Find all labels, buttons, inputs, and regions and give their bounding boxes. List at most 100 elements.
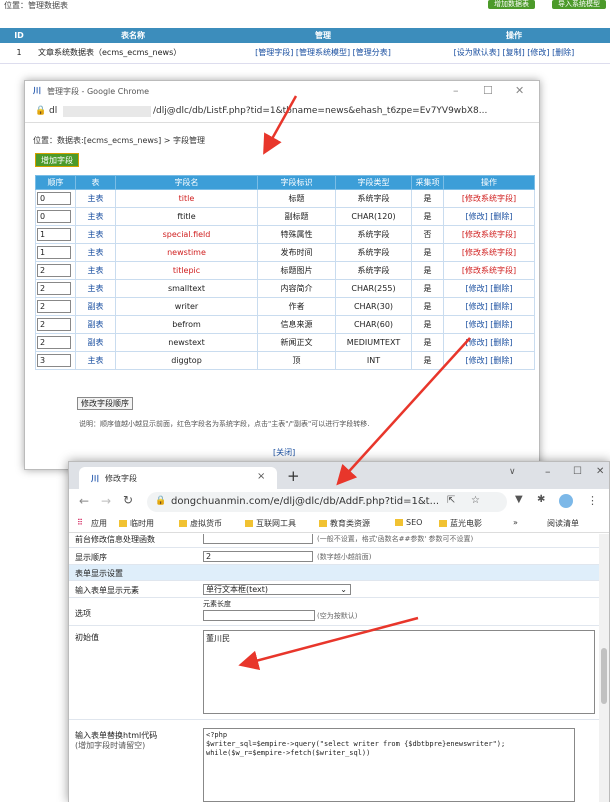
apps-icon[interactable]: ⠿: [77, 518, 83, 527]
table-type-link[interactable]: 主表: [75, 279, 116, 298]
minimize-icon[interactable]: –: [545, 465, 551, 478]
field-actions[interactable]: [修改] [删除]: [443, 207, 535, 226]
element-length-label: 元素长度: [203, 600, 231, 608]
col-actions: 操作: [443, 175, 535, 190]
replace-html-textarea[interactable]: <?php $writer_sql=$empire->query("select…: [203, 728, 575, 802]
order-input[interactable]: 2: [37, 336, 71, 349]
bookmark-item[interactable]: 临时用: [119, 518, 154, 529]
tab-close-icon[interactable]: ×: [257, 471, 265, 482]
menu-icon[interactable]: ⋮: [587, 494, 598, 507]
order-cell: 1: [35, 225, 76, 244]
field-actions[interactable]: [修改] [删除]: [443, 315, 535, 334]
field-actions[interactable]: [修改] [删除]: [443, 333, 535, 352]
minimize-icon[interactable]: –: [453, 84, 459, 97]
table-type-link[interactable]: 主表: [75, 351, 116, 370]
table-type-link[interactable]: 主表: [75, 261, 116, 280]
bookmark-item[interactable]: 虚拟货币: [179, 518, 222, 529]
avatar[interactable]: [559, 494, 573, 508]
close-icon[interactable]: ✕: [515, 84, 524, 97]
delete-link[interactable]: [删除]: [552, 48, 574, 57]
table-type-link[interactable]: 副表: [75, 315, 116, 334]
extension-v-icon[interactable]: ▼: [515, 494, 523, 505]
scrollbar-thumb[interactable]: [601, 648, 607, 704]
edit-link[interactable]: [修改]: [527, 48, 549, 57]
field-actions[interactable]: [修改] [删除]: [443, 297, 535, 316]
field-type: 系统字段: [335, 225, 412, 244]
manage-model-link[interactable]: [管理系统模型]: [296, 48, 350, 57]
field-label: 标题图片: [257, 261, 336, 280]
code-line: <?php: [206, 731, 228, 739]
field-actions[interactable]: [修改系统字段]: [443, 261, 535, 280]
display-order-input[interactable]: 2: [203, 551, 313, 562]
order-input[interactable]: 2: [37, 300, 71, 313]
tab-edit-field[interactable]: 川 修改字段 ×: [79, 467, 277, 489]
reload-icon[interactable]: ↻: [123, 493, 133, 507]
address-bar[interactable]: 🔒 dongchuanmin.com/e/dlj@dlc/db/AddF.php…: [147, 492, 507, 512]
order-input[interactable]: 1: [37, 246, 71, 259]
copy-link[interactable]: [复制]: [502, 48, 524, 57]
row-name: 文章系统数据表（ecms_ecms_news）: [38, 43, 228, 64]
element-length-hint: (空为按默认): [317, 612, 358, 620]
folder-icon: [119, 520, 127, 527]
url-text[interactable]: /dlj@dlc/db/ListF.php?tid=1&tbname=news&…: [153, 106, 487, 116]
field-name: befrom: [115, 315, 258, 334]
input-element-select[interactable]: 单行文本框(text) ⌄: [203, 584, 351, 595]
bookmark-item[interactable]: 教育类资源: [319, 518, 370, 529]
extensions-icon[interactable]: ✱: [537, 494, 545, 505]
table-type-link[interactable]: 主表: [75, 207, 116, 226]
initial-value-textarea[interactable]: 董川民: [203, 630, 595, 714]
table-row: 1 主表 newstime 发布时间 系统字段是 [修改系统字段]: [35, 243, 535, 262]
order-input[interactable]: 2: [37, 282, 71, 295]
field-actions[interactable]: [修改系统字段]: [443, 189, 535, 208]
bookmark-item[interactable]: 蓝光电影: [439, 518, 482, 529]
replace-html-hint: (增加字段时请留空): [75, 741, 146, 750]
site-logo-icon: 川: [91, 474, 99, 483]
table-type-link[interactable]: 主表: [75, 189, 116, 208]
close-link[interactable]: [关闭]: [273, 447, 295, 458]
window-title: 管理字段 - Google Chrome: [47, 87, 150, 96]
bookmark-apps[interactable]: 应用: [91, 518, 107, 529]
manage-fields-link[interactable]: [管理字段]: [255, 48, 293, 57]
close-icon[interactable]: ✕: [596, 466, 604, 477]
forward-icon[interactable]: →: [101, 494, 111, 508]
manage-subtable-link[interactable]: [管理分表]: [353, 48, 391, 57]
bookmark-item[interactable]: SEO: [395, 518, 422, 527]
maximize-icon[interactable]: ☐: [573, 466, 582, 477]
collect-flag: 是: [411, 333, 444, 352]
field-actions[interactable]: [修改] [删除]: [443, 279, 535, 298]
change-order-button[interactable]: 修改字段顺序: [77, 397, 133, 410]
import-model-button[interactable]: 导入系统模型: [552, 0, 606, 9]
field-actions[interactable]: [修改系统字段]: [443, 225, 535, 244]
more-bookmarks-icon[interactable]: »: [513, 518, 518, 527]
back-icon[interactable]: ←: [79, 494, 89, 508]
set-default-link[interactable]: [设为默认表]: [454, 48, 500, 57]
table-type-link[interactable]: 主表: [75, 243, 116, 262]
table-type-link[interactable]: 副表: [75, 333, 116, 352]
share-icon[interactable]: ⇱: [447, 495, 455, 506]
field-label: 内容简介: [257, 279, 336, 298]
field-actions[interactable]: [修改系统字段]: [443, 243, 535, 262]
folder-icon: [439, 520, 447, 527]
element-length-input[interactable]: [203, 610, 315, 621]
order-input[interactable]: 2: [37, 318, 71, 331]
add-table-button[interactable]: 增加数据表: [488, 0, 535, 9]
order-input[interactable]: 2: [37, 264, 71, 277]
star-icon[interactable]: ☆: [471, 495, 480, 506]
order-input[interactable]: 0: [37, 192, 71, 205]
add-field-button[interactable]: 增加字段: [35, 153, 79, 167]
bookmark-item[interactable]: 互联网工具: [245, 518, 296, 529]
order-input[interactable]: 3: [37, 354, 71, 367]
field-actions[interactable]: [修改] [删除]: [443, 351, 535, 370]
table-type-link[interactable]: 主表: [75, 225, 116, 244]
scrollbar[interactable]: [599, 534, 609, 802]
reading-list[interactable]: 阅读清单: [547, 518, 579, 529]
chevron-down-icon[interactable]: ∨: [509, 467, 516, 477]
field-type: CHAR(30): [335, 297, 412, 316]
table-type-link[interactable]: 副表: [75, 297, 116, 316]
order-input[interactable]: 1: [37, 228, 71, 241]
prev-func-input[interactable]: [203, 534, 313, 544]
col-name: 表名称: [38, 28, 228, 43]
maximize-icon[interactable]: ☐: [483, 84, 493, 97]
order-input[interactable]: 0: [37, 210, 71, 223]
new-tab-icon[interactable]: +: [287, 467, 300, 485]
